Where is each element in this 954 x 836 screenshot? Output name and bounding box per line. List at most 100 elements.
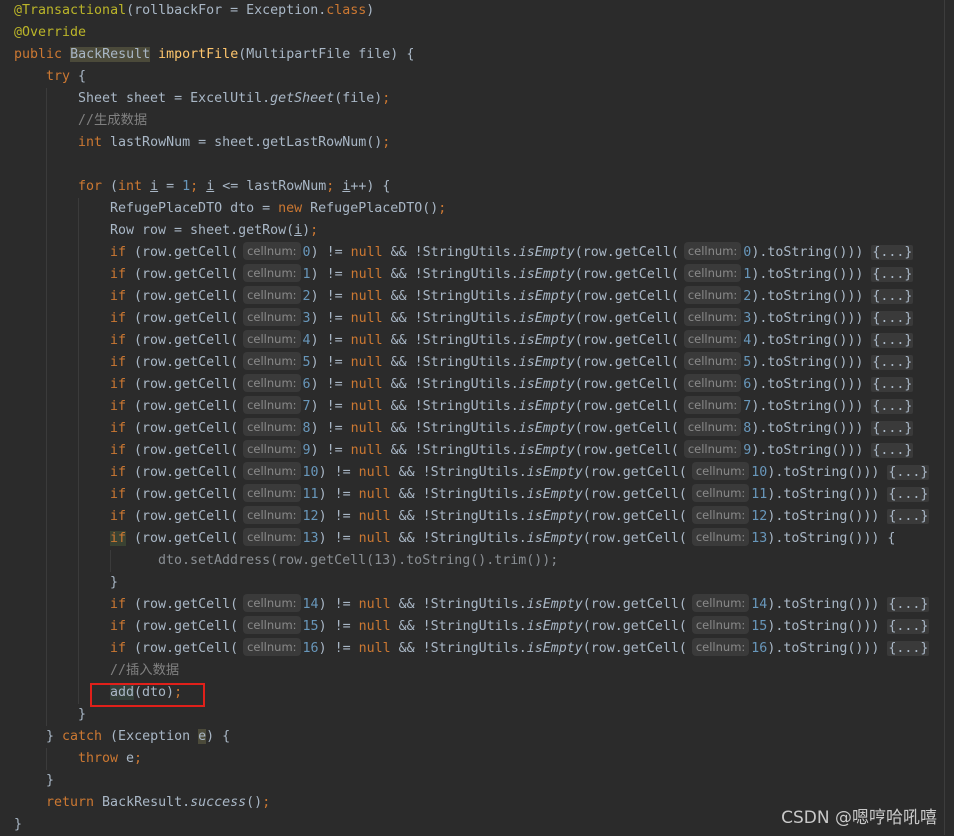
code-line[interactable]: dto.setAddress(row.getCell(13).toString(… [14, 550, 954, 572]
folded-block[interactable]: {...} [887, 619, 930, 634]
keyword: class [326, 3, 367, 18]
number-literal: 0 [302, 245, 311, 260]
code-text: ) [366, 3, 375, 18]
folded-block[interactable]: {...} [871, 267, 914, 282]
code-line[interactable]: @Transactional(rollbackFor = Exception.c… [14, 0, 954, 22]
folded-block[interactable]: {...} [871, 245, 914, 260]
code-text: (row.getCell( [126, 377, 239, 392]
code-line[interactable]: if (row.getCell(cellnum: 15) != null && !… [14, 616, 954, 638]
static-method: success [190, 795, 247, 810]
parameter-hint: cellnum: [243, 308, 301, 326]
code-line[interactable]: RefugePlaceDTO dto = new RefugePlaceDTO(… [14, 198, 954, 220]
code-text: (row.getCell( [574, 311, 679, 326]
code-line[interactable]: if (row.getCell(cellnum: 6) != null && !S… [14, 374, 954, 396]
keyword: new [278, 201, 303, 216]
code-line[interactable]: } [14, 770, 954, 792]
code-line[interactable]: Row row = sheet.getRow(i); [14, 220, 954, 242]
indent-guide [14, 484, 46, 506]
folded-block[interactable]: {...} [871, 311, 914, 326]
code-line[interactable]: if (row.getCell(cellnum: 2) != null && !S… [14, 286, 954, 308]
keyword: try [46, 69, 71, 84]
code-line[interactable]: if (row.getCell(cellnum: 16) != null && !… [14, 638, 954, 660]
indent-guide [14, 594, 46, 616]
code-line[interactable]: } catch (Exception e) { [14, 726, 954, 748]
code-line[interactable]: if (row.getCell(cellnum: 1) != null && !S… [14, 264, 954, 286]
folded-block[interactable]: {...} [887, 597, 930, 612]
code-line[interactable]: //生成数据 [14, 110, 954, 132]
folded-block[interactable]: {...} [871, 443, 914, 458]
code-text: (row.getCell( [574, 289, 679, 304]
folded-block[interactable]: {...} [871, 399, 914, 414]
code-text: ).toString())) [751, 267, 872, 282]
folded-block[interactable]: {...} [871, 333, 914, 348]
indent-guide [46, 242, 78, 264]
code-line[interactable]: @Override [14, 22, 954, 44]
keyword: null [350, 377, 383, 392]
code-text: (row.getCell( [574, 399, 679, 414]
parameter-hint: cellnum: [243, 440, 301, 458]
code-text: ) != [318, 509, 359, 524]
folded-block[interactable]: {...} [887, 509, 930, 524]
code-text: ) != [310, 333, 351, 348]
code-text: ) != [310, 267, 351, 282]
code-line[interactable]: if (row.getCell(cellnum: 0) != null && !S… [14, 242, 954, 264]
code-line[interactable]: if (row.getCell(cellnum: 10) != null && !… [14, 462, 954, 484]
keyword: null [350, 289, 383, 304]
keyword: if [110, 443, 127, 458]
parameter-hint: cellnum: [243, 638, 301, 656]
code-line[interactable]: if (row.getCell(cellnum: 5) != null && !S… [14, 352, 954, 374]
folded-block[interactable]: {...} [871, 289, 914, 304]
parameter-hint: cellnum: [691, 594, 750, 612]
code-line[interactable]: for (int i = 1; i <= lastRowNum; i++) { [14, 176, 954, 198]
folded-block[interactable]: {...} [871, 355, 914, 370]
folded-block[interactable]: {...} [887, 641, 930, 656]
code-line[interactable]: Sheet sheet = ExcelUtil.getSheet(file); [14, 88, 954, 110]
code-line[interactable]: } [14, 572, 954, 594]
code-text: (row.getCell( [126, 421, 239, 436]
code-line[interactable]: throw e; [14, 748, 954, 770]
indent-guide [78, 330, 110, 352]
code-editor[interactable]: @Transactional(rollbackFor = Exception.c… [14, 0, 954, 836]
parameter-hint: cellnum: [691, 638, 750, 656]
number-literal: 1 [302, 267, 311, 282]
code-line[interactable]: if (row.getCell(cellnum: 4) != null && !S… [14, 330, 954, 352]
comment: //插入数据 [110, 663, 180, 678]
parameter-hint: cellnum: [243, 264, 301, 282]
keyword: ; [190, 179, 199, 194]
code-line[interactable]: if (row.getCell(cellnum: 14) != null && !… [14, 594, 954, 616]
keyword: if [110, 421, 127, 436]
folded-block[interactable]: {...} [871, 377, 914, 392]
code-line[interactable]: if (row.getCell(cellnum: 12) != null && !… [14, 506, 954, 528]
code-line[interactable]: int lastRowNum = sheet.getLastRowNum(); [14, 132, 954, 154]
code-line[interactable]: if (row.getCell(cellnum: 9) != null && !S… [14, 440, 954, 462]
indent-guide [46, 704, 78, 726]
code-line[interactable] [14, 154, 954, 176]
folded-block[interactable]: {...} [887, 487, 930, 502]
code-line[interactable]: if (row.getCell(cellnum: 3) != null && !S… [14, 308, 954, 330]
indent-guide [46, 330, 78, 352]
code-line[interactable]: if (row.getCell(cellnum: 11) != null && !… [14, 484, 954, 506]
code-line[interactable]: } [14, 704, 954, 726]
code-line[interactable]: if (row.getCell(cellnum: 7) != null && !S… [14, 396, 954, 418]
code-line[interactable]: if (row.getCell(cellnum: 13) != null && !… [14, 528, 954, 550]
indent-guide [46, 418, 78, 440]
code-line[interactable]: try { [14, 66, 954, 88]
folded-block[interactable]: {...} [871, 421, 914, 436]
indent-guide [46, 154, 78, 176]
code-text: () [246, 795, 263, 810]
number-literal: 11 [302, 487, 319, 502]
indent-guide [46, 88, 78, 110]
indent-guide [78, 198, 110, 220]
code-text: ).toString())) [767, 597, 888, 612]
indent-guide [46, 264, 78, 286]
code-line[interactable]: if (row.getCell(cellnum: 8) != null && !S… [14, 418, 954, 440]
code-line[interactable]: public BackResult importFile(MultipartFi… [14, 44, 954, 66]
indent-guide [78, 550, 110, 572]
folded-block[interactable]: {...} [887, 465, 930, 480]
code-text: ) != [310, 421, 351, 436]
code-line[interactable]: //插入数据 [14, 660, 954, 682]
indent-guide [14, 704, 46, 726]
indent-guide [46, 198, 78, 220]
